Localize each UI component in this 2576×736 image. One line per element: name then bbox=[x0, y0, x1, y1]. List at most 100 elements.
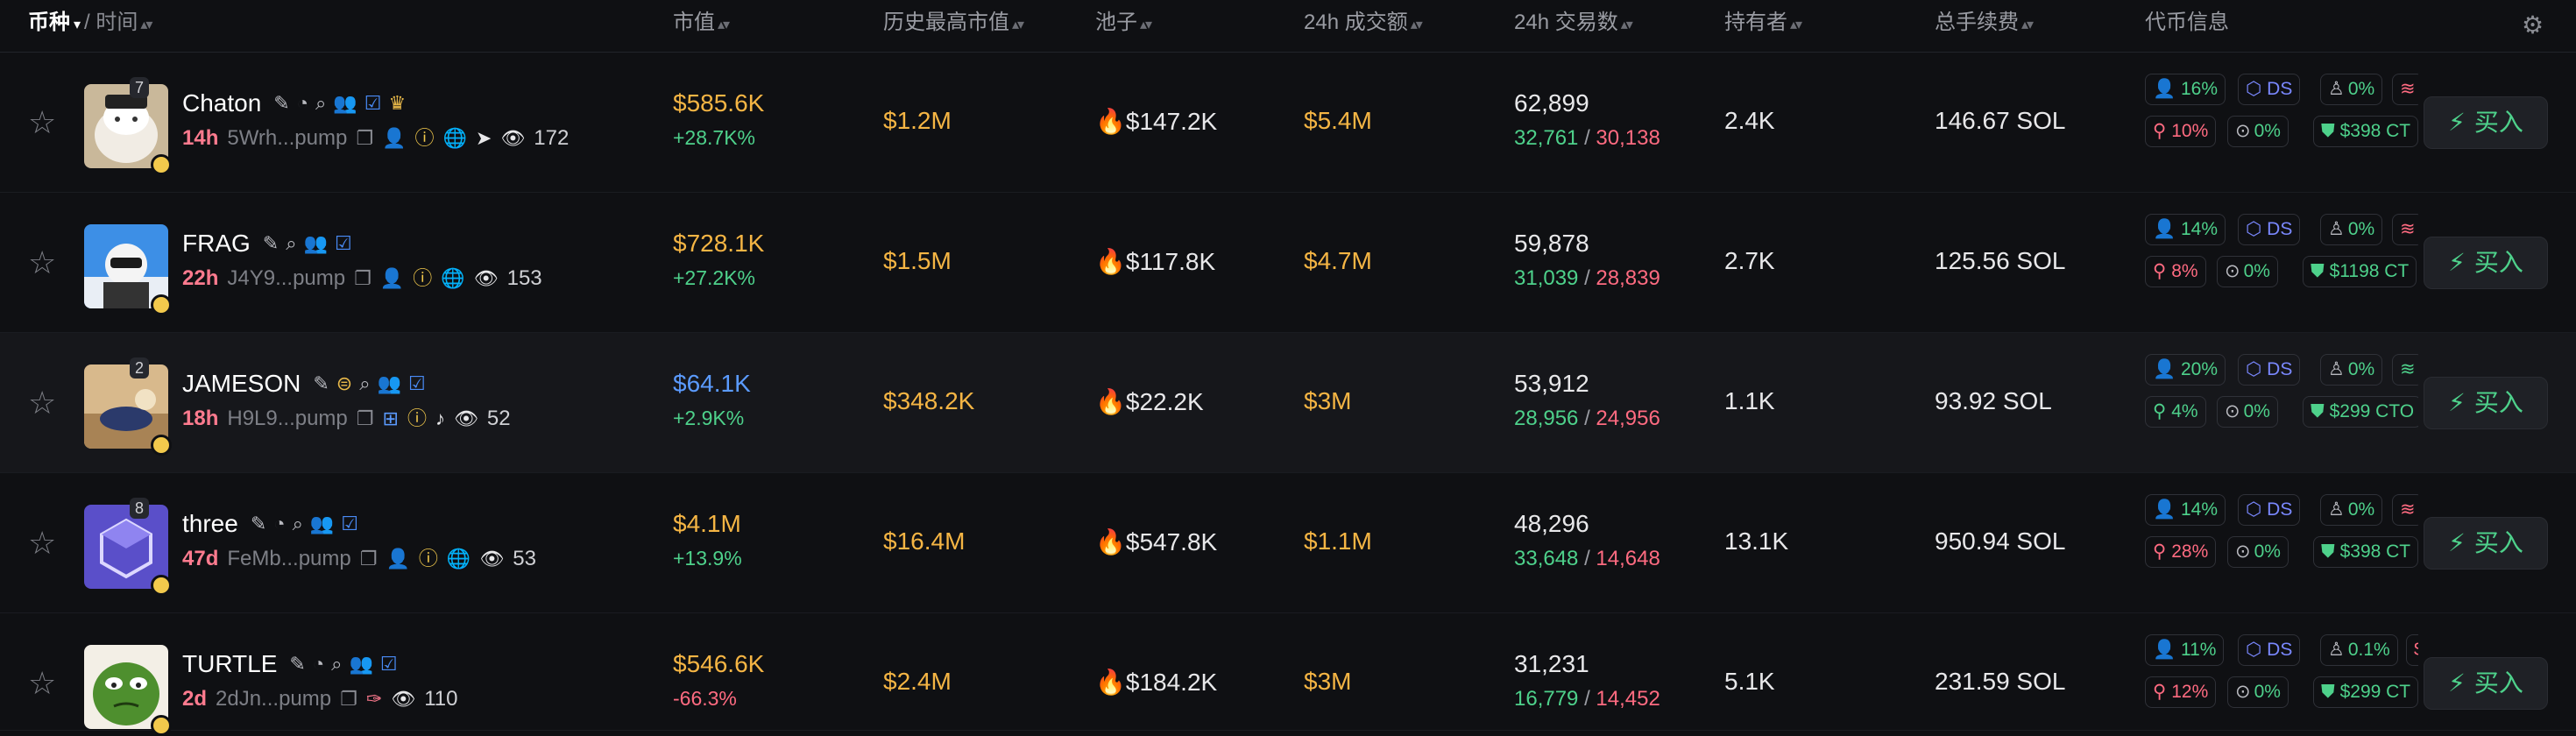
top10-chip[interactable]: 👤 14% bbox=[2145, 214, 2226, 245]
header-token[interactable]: 币种 bbox=[28, 11, 70, 34]
table-row[interactable]: ☆ 7 Chaton ✎ ◔ ⌕ 👥 ☑ ♛ 14h 5Wrh...pump ❐… bbox=[0, 53, 2576, 193]
tiktok-icon[interactable]: ♪ bbox=[435, 408, 445, 429]
token-name[interactable]: JAMESON bbox=[182, 370, 301, 398]
token-name[interactable]: TURTLE bbox=[182, 650, 277, 678]
token-time-sort[interactable]: 币种 ▾ / 时间 ▴▾ bbox=[28, 11, 152, 38]
edit-icon[interactable]: ✎ bbox=[289, 654, 305, 675]
chef-icon: ♙ bbox=[2328, 640, 2345, 660]
telegram-icon[interactable]: ➤ bbox=[476, 128, 492, 149]
buy-button[interactable]: ⚡ 买入 bbox=[2424, 377, 2548, 429]
header-ath-market-cap[interactable]: 历史最高市值 ▴▾ bbox=[883, 11, 1024, 38]
gear-icon[interactable]: ⚙ bbox=[2522, 11, 2544, 39]
paid-chip[interactable]: ⛊ $1198 CT bbox=[2303, 256, 2417, 287]
paid-chip[interactable]: ⛊ $299 CT bbox=[2313, 676, 2418, 708]
dev-chip[interactable]: ⚲ 4% bbox=[2145, 396, 2206, 428]
globe-icon[interactable]: 🌐 bbox=[441, 268, 464, 289]
paid-chip[interactable]: ⛊ $398 CT bbox=[2313, 536, 2418, 568]
contract-address[interactable]: FeMb...pump bbox=[227, 547, 350, 571]
copy-icon[interactable]: ❐ bbox=[357, 408, 374, 429]
copy-icon[interactable]: ❐ bbox=[354, 268, 372, 289]
layers-chip[interactable]: ≋ bbox=[2392, 494, 2418, 526]
sniper-chip[interactable]: ♙ 0% bbox=[2320, 494, 2383, 526]
dexscreener-chip[interactable]: ⬡ DS bbox=[2238, 634, 2301, 666]
buy-button[interactable]: ⚡ 买入 bbox=[2424, 657, 2548, 710]
globe-icon[interactable]: 🌐 bbox=[447, 548, 471, 570]
star-icon[interactable]: ☆ bbox=[28, 107, 56, 138]
star-icon[interactable]: ☆ bbox=[28, 247, 56, 279]
layers-chip[interactable]: ≋ bbox=[2392, 74, 2418, 105]
header-time[interactable]: 时间 bbox=[96, 11, 138, 34]
token-name[interactable]: FRAG bbox=[182, 230, 251, 258]
copy-icon[interactable]: ❐ bbox=[340, 689, 357, 710]
market-cap: $64.1K bbox=[673, 370, 751, 397]
header-holders[interactable]: 持有者 ▴▾ bbox=[1724, 11, 1802, 38]
table-row[interactable]: ☆ TURTLE ✎ ◔ ⌕ 👥 ☑ 2d 2dJn...pump ❐ ✑ 👁 … bbox=[0, 613, 2576, 736]
buy-button[interactable]: ⚡ 买入 bbox=[2424, 517, 2548, 570]
contract-address[interactable]: J4Y9...pump bbox=[227, 266, 345, 291]
layers-chip[interactable]: $ bbox=[2406, 634, 2418, 666]
market-cap: $4.1M bbox=[673, 510, 741, 537]
insider-chip[interactable]: ⊙ 0% bbox=[2217, 396, 2278, 428]
header-volume[interactable]: 24h 成交额 ▴▾ bbox=[1304, 11, 1423, 38]
edit-icon[interactable]: ✎ bbox=[263, 233, 279, 254]
dev-chip[interactable]: ⚲ 10% bbox=[2145, 116, 2217, 147]
chef-icon: ♙ bbox=[2328, 219, 2345, 239]
top10-chip[interactable]: 👤 16% bbox=[2145, 74, 2226, 105]
globe-icon[interactable]: 🌐 bbox=[442, 128, 466, 149]
sniper-chip[interactable]: ♙ 0% bbox=[2320, 74, 2383, 105]
dev-chip[interactable]: ⚲ 8% bbox=[2145, 256, 2206, 287]
star-icon[interactable]: ☆ bbox=[28, 668, 56, 699]
sniper-chip[interactable]: ♙ 0% bbox=[2320, 214, 2383, 245]
edit-icon[interactable]: ✎ bbox=[313, 373, 329, 394]
header-transactions[interactable]: 24h 交易数 ▴▾ bbox=[1514, 11, 1633, 38]
search-icon[interactable]: ⌕ bbox=[315, 93, 326, 114]
header-pool[interactable]: 池子 ▴▾ bbox=[1095, 11, 1152, 38]
search-icon[interactable]: ⌕ bbox=[286, 233, 296, 254]
copy-icon[interactable]: ❐ bbox=[360, 548, 378, 570]
buy-button[interactable]: ⚡ 买入 bbox=[2424, 96, 2548, 149]
insider-chip[interactable]: ⊙ 0% bbox=[2227, 536, 2289, 568]
dexscreener-chip[interactable]: ⬡ DS bbox=[2238, 354, 2301, 386]
dev-chip[interactable]: ⚲ 12% bbox=[2145, 676, 2217, 708]
dexscreener-chip[interactable]: ⬡ DS bbox=[2238, 214, 2301, 245]
edit-icon[interactable]: ✎ bbox=[273, 93, 289, 114]
token-name[interactable]: three bbox=[182, 510, 238, 538]
token-age: 14h bbox=[182, 126, 219, 150]
top10-chip[interactable]: 👤 20% bbox=[2145, 354, 2226, 386]
edit-icon[interactable]: ✎ bbox=[251, 513, 266, 534]
paid-chip[interactable]: ⛊ $398 CT bbox=[2313, 116, 2418, 147]
header-market-cap[interactable]: 市值 ▴▾ bbox=[673, 11, 730, 38]
paid-chip[interactable]: ⛊ $299 CTO bbox=[2303, 396, 2418, 428]
star-icon[interactable]: ☆ bbox=[28, 387, 56, 419]
insider-chip[interactable]: ⊙ 0% bbox=[2227, 676, 2289, 708]
buy-button[interactable]: ⚡ 买入 bbox=[2424, 237, 2548, 289]
table-row[interactable]: ☆ 8 three ✎ ◔ ⌕ 👥 ☑ 47d FeMb...pump ❐ 👤 … bbox=[0, 473, 2576, 613]
table-row[interactable]: ☆ FRAG ✎ ⌕ 👥 ☑ 22h J4Y9...pump ❐ 👤 ⓘ 🌐 👁… bbox=[0, 193, 2576, 333]
dexscreener-chip[interactable]: ⬡ DS bbox=[2238, 494, 2301, 526]
layers-chip[interactable]: ≋ bbox=[2392, 354, 2418, 386]
table-row[interactable]: ☆ 2 JAMESON ✎ ⊜ ⌕ 👥 ☑ 18h H9L9...pump ❐ … bbox=[0, 333, 2576, 473]
pump-badge-icon bbox=[151, 575, 172, 596]
search-icon[interactable]: ⌕ bbox=[293, 513, 303, 534]
copy-icon[interactable]: ❐ bbox=[356, 128, 373, 149]
contract-address[interactable]: 2dJn...pump bbox=[216, 687, 331, 711]
layers-chip[interactable]: ≋ bbox=[2392, 214, 2418, 245]
top10-chip[interactable]: 👤 11% bbox=[2145, 634, 2225, 666]
contract-address[interactable]: 5Wrh...pump bbox=[227, 126, 347, 151]
sniper-chip[interactable]: ♙ 0.1% bbox=[2320, 634, 2398, 666]
sniper-chip[interactable]: ♙ 0% bbox=[2320, 354, 2383, 386]
dev-chip[interactable]: ⚲ 28% bbox=[2145, 536, 2217, 568]
dexscreener-chip[interactable]: ⬡ DS bbox=[2238, 74, 2301, 105]
token-name[interactable]: Chaton bbox=[182, 89, 261, 117]
paid-icon: ⛊ bbox=[2311, 401, 2330, 421]
insider-chip[interactable]: ⊙ 0% bbox=[2217, 256, 2278, 287]
insider-chip[interactable]: ⊙ 0% bbox=[2227, 116, 2289, 147]
top10-chip[interactable]: 👤 14% bbox=[2145, 494, 2226, 526]
star-icon[interactable]: ☆ bbox=[28, 527, 56, 559]
header-total-fees[interactable]: 总手续费 ▴▾ bbox=[1935, 11, 2034, 38]
contract-address[interactable]: H9L9...pump bbox=[227, 407, 347, 431]
sort-icon[interactable]: ▴▾ bbox=[140, 18, 152, 32]
search-icon[interactable]: ⌕ bbox=[331, 654, 342, 675]
search-icon[interactable]: ⌕ bbox=[359, 373, 370, 394]
token-dropdown-icon[interactable]: ▾ bbox=[74, 18, 81, 32]
